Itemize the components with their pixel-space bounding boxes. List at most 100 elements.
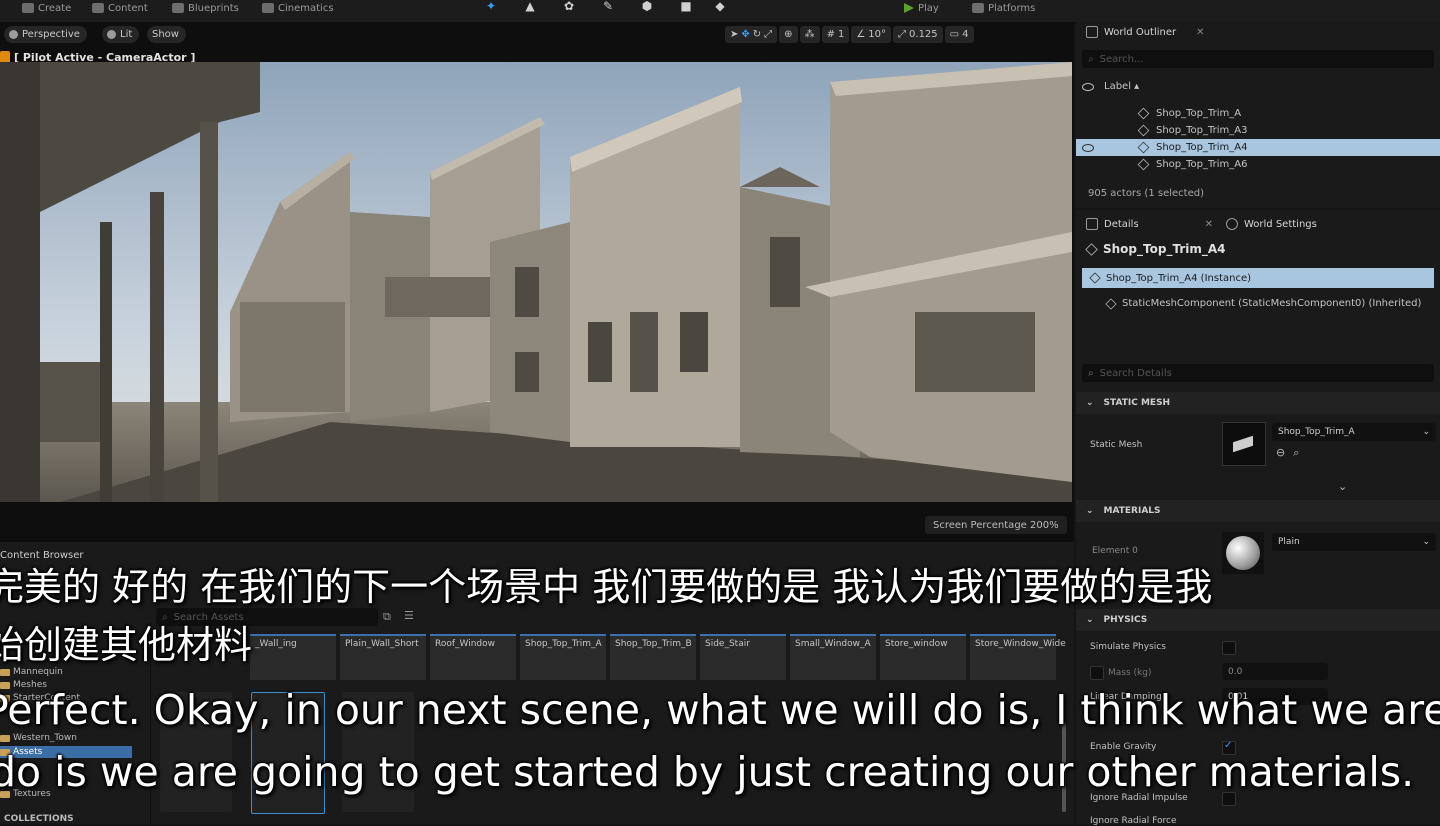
grid-snap[interactable]: #1 — [821, 26, 850, 43]
fracture-mode-icon[interactable]: ■ — [678, 0, 694, 12]
asset-actions: ⊖ ⌕ — [1276, 446, 1299, 460]
brush-mode-icon[interactable]: ◆ — [712, 0, 728, 12]
simulate-physics-label: Simulate Physics — [1090, 642, 1166, 652]
asset-tile[interactable]: Store_window — [880, 634, 966, 680]
details-search-input[interactable]: ⌕ Search Details — [1082, 364, 1434, 382]
folder-icon — [0, 668, 10, 676]
component-instance-row[interactable]: Shop_Top_Trim_A4 (Instance) — [1082, 268, 1434, 288]
mass-override-checkbox[interactable] — [1090, 666, 1104, 680]
outliner-item[interactable]: Shop_Top_Trim_A — [1076, 105, 1440, 122]
asset-tile[interactable]: Shop_Top_Trim_A — [520, 634, 606, 680]
foliage-mode-icon[interactable]: ✿ — [561, 0, 577, 12]
close-icon[interactable]: ✕ — [1196, 27, 1204, 38]
select-mode-icon[interactable]: ✦ — [483, 0, 499, 12]
world-local-toggle[interactable]: ⊕ — [779, 26, 798, 43]
material-thumbnail[interactable] — [1222, 532, 1264, 574]
simulate-physics-checkbox[interactable] — [1222, 641, 1236, 655]
platforms-button[interactable]: Platforms — [972, 0, 1035, 16]
component-row[interactable]: StaticMeshComponent (StaticMeshComponent… — [1105, 297, 1421, 310]
level-viewport[interactable]: Perspective Lit Show ➤ ✥ ↻ ⤢ ⊕ ⁂ #1 ∠ 10° ⤢ 0… — [0, 22, 1074, 542]
chevron-down-icon[interactable]: ⌄ — [1338, 480, 1347, 493]
mass-label: Mass (kg) — [1108, 668, 1152, 678]
asset-tile[interactable]: Roof_Window — [430, 634, 516, 680]
move-icon: ✥ — [741, 29, 750, 40]
blueprints-icon — [172, 3, 184, 13]
visibility-icon — [1082, 83, 1094, 91]
asset-tile[interactable]: Side_Stair — [700, 634, 786, 680]
asset-tile[interactable]: Plain_Wall_Short — [340, 634, 426, 680]
tab-details[interactable]: Details ✕ — [1086, 214, 1213, 234]
folder-icon — [0, 734, 10, 742]
static-mesh-icon — [1085, 242, 1098, 256]
camera-icon: ▭ — [949, 29, 960, 40]
static-mesh-icon — [1137, 141, 1150, 154]
rotation-snap[interactable]: ∠ 10° — [851, 26, 892, 43]
camera-speed[interactable]: ▭ 4 — [944, 26, 974, 43]
lit-button[interactable]: Lit — [102, 26, 140, 43]
section-physics[interactable]: ⌄ PHYSICS — [1076, 609, 1440, 631]
mesh-paint-icon[interactable]: ✎ — [600, 0, 616, 12]
material-dropdown[interactable]: Plain ⌄ — [1272, 533, 1436, 551]
transform-tools[interactable]: ➤ ✥ ↻ ⤢ — [725, 26, 778, 43]
asset-tile[interactable]: Shop_Top_Trim_B — [610, 634, 696, 680]
mass-input[interactable]: 0.0 — [1222, 663, 1328, 680]
content-button[interactable]: Content — [92, 0, 148, 16]
outliner-search-input[interactable]: ⌕ Search... — [1082, 50, 1434, 68]
rotate-icon: ↻ — [752, 29, 762, 40]
static-mesh-thumbnail[interactable] — [1222, 422, 1266, 466]
cinematics-button[interactable]: Cinematics — [262, 0, 334, 16]
play-button[interactable]: Play — [904, 0, 939, 16]
scale-snap[interactable]: ⤢ 0.125 — [893, 26, 943, 43]
landscape-mode-icon[interactable]: ▲ — [522, 0, 538, 12]
create-icon — [22, 3, 34, 13]
cinematics-icon — [262, 3, 274, 13]
static-mesh-icon — [1137, 124, 1150, 137]
visibility-icon[interactable] — [1082, 144, 1094, 152]
tab-world-settings[interactable]: World Settings — [1226, 214, 1317, 234]
browse-icon[interactable]: ⌕ — [1293, 446, 1299, 460]
show-button[interactable]: Show — [147, 26, 186, 43]
save-search-icon[interactable]: ⧉ — [383, 610, 391, 624]
outliner-icon — [1086, 26, 1098, 38]
object-name-header: Shop_Top_Trim_A4 — [1085, 242, 1225, 256]
asset-tile[interactable]: _Wall_ing — [250, 634, 336, 680]
collections-header[interactable]: COLLECTIONS — [4, 814, 74, 824]
subtitle-en-line2: do is we are going to get started by jus… — [0, 748, 1415, 796]
chevron-down-icon: ⌄ — [1086, 398, 1094, 408]
select-arrow-icon: ➤ — [730, 29, 739, 40]
scale-icon: ⤢ — [764, 29, 773, 40]
static-mesh-icon — [1137, 158, 1150, 171]
use-selected-icon[interactable]: ⊖ — [1276, 446, 1285, 460]
perspective-icon — [9, 30, 18, 39]
static-mesh-icon — [1137, 107, 1150, 120]
outliner-header[interactable]: Label ▴ — [1076, 78, 1440, 95]
details-icon — [1086, 218, 1098, 230]
platforms-icon — [972, 3, 984, 13]
ignore-radial-force-label: Ignore Radial Force — [1090, 816, 1177, 826]
asset-tile[interactable]: Small_Window_A — [790, 634, 876, 680]
static-mesh-label: Static Mesh — [1090, 440, 1143, 450]
subtitle-en-line1: Perfect. Okay, in our next scene, what w… — [0, 686, 1440, 734]
mesh-preview-icon — [1233, 435, 1253, 453]
chevron-down-icon: ⌄ — [1422, 537, 1430, 547]
perspective-button[interactable]: Perspective — [4, 26, 87, 43]
close-icon[interactable]: ✕ — [1205, 219, 1213, 230]
subtitle-cn-line1: 完美的 好的 在我们的下一个场景中 我们要做的是 我认为我们要做的是我 — [0, 565, 1213, 609]
outliner-item-selected[interactable]: Shop_Top_Trim_A4 — [1076, 139, 1440, 156]
outliner-item[interactable]: Shop_Top_Trim_A6 — [1076, 156, 1440, 173]
modeling-mode-icon[interactable]: ⬢ — [639, 0, 655, 12]
angle-icon: ∠ — [856, 29, 866, 40]
surface-snap-icon: ⁂ — [804, 29, 815, 40]
actor-icon — [1089, 272, 1101, 284]
section-static-mesh[interactable]: ⌄ STATIC MESH — [1076, 392, 1440, 414]
static-mesh-dropdown[interactable]: Shop_Top_Trim_A ⌄ — [1272, 423, 1436, 441]
section-materials[interactable]: ⌄ MATERIALS — [1076, 500, 1440, 522]
subtitle-cn-line2: 始创建其他材料 — [0, 623, 253, 667]
blueprints-button[interactable]: Blueprints — [172, 0, 239, 16]
outliner-item[interactable]: Shop_Top_Trim_A3 — [1076, 122, 1440, 139]
surface-snap-toggle[interactable]: ⁂ — [799, 26, 820, 43]
asset-tile[interactable]: Store_Window_Wide — [970, 634, 1066, 680]
search-icon: ⌕ — [1088, 367, 1094, 379]
create-button[interactable]: Create — [22, 0, 71, 16]
tab-world-outliner[interactable]: World Outliner ✕ — [1086, 22, 1205, 42]
